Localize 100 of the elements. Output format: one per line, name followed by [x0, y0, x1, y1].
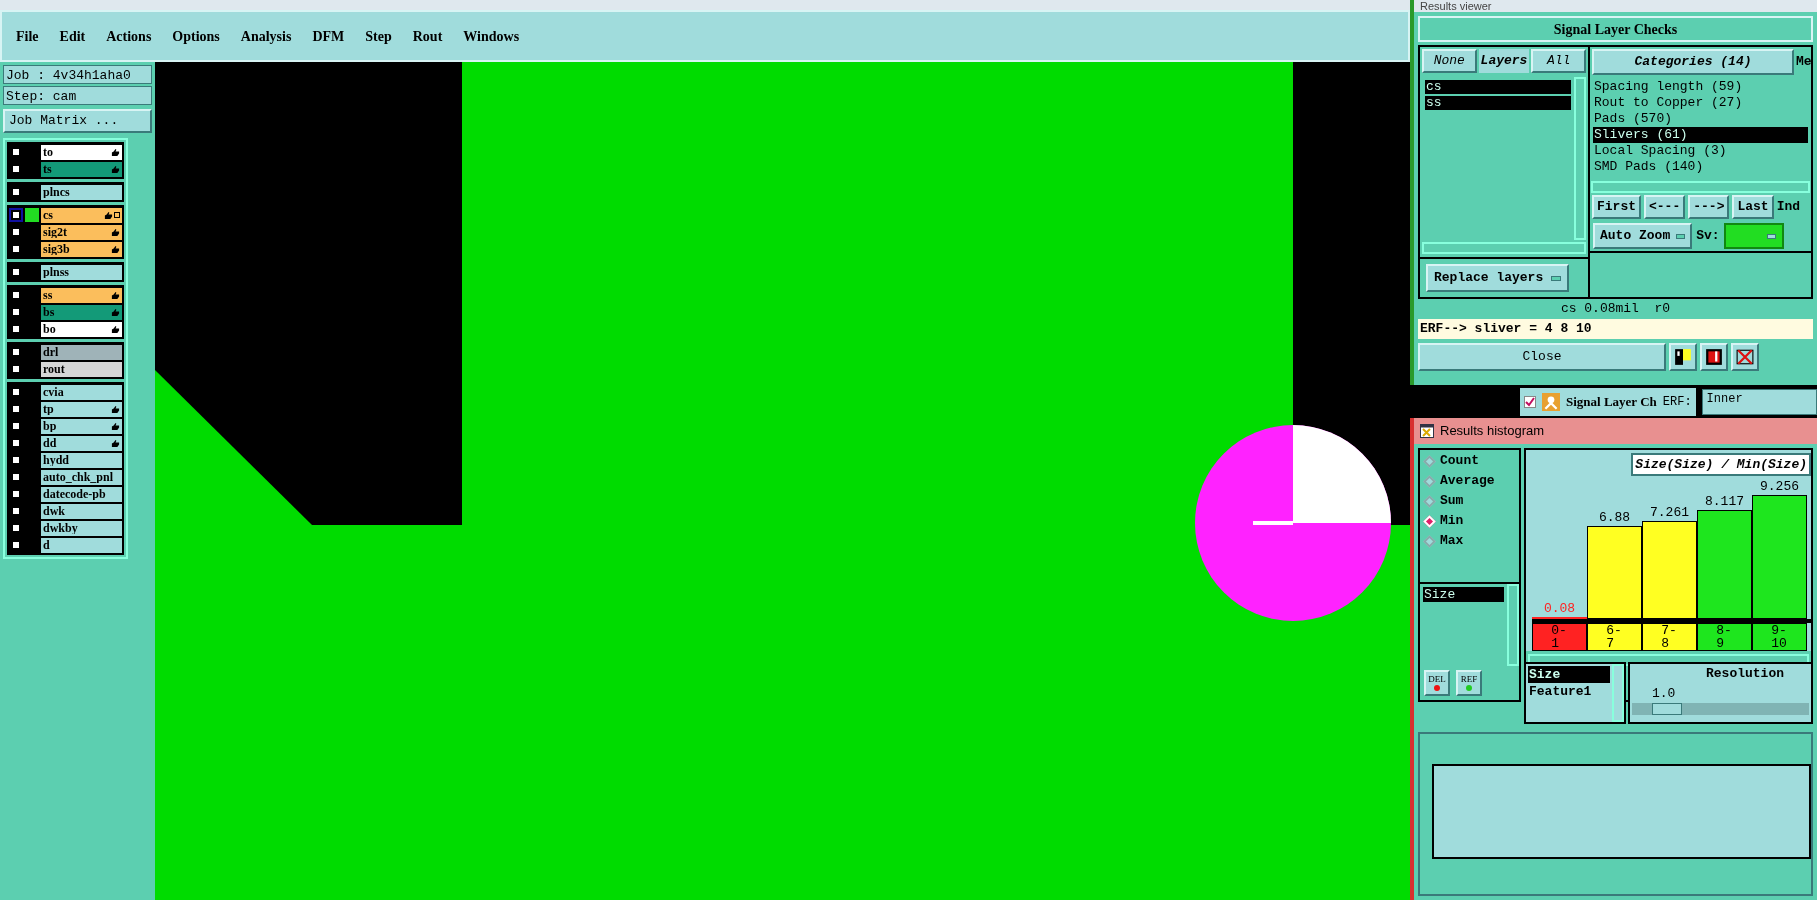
layer-mode-dropdown[interactable]: Replace layers	[1426, 264, 1570, 292]
bin-label: 8-9	[1697, 622, 1752, 651]
layer-checkbox[interactable]	[11, 540, 21, 550]
layer-checkbox[interactable]	[11, 506, 21, 516]
layer-checkbox[interactable]	[11, 387, 21, 397]
layer-checkbox[interactable]	[11, 364, 21, 374]
navigation-button[interactable]: --->	[1688, 195, 1730, 219]
layer-checkbox[interactable]	[11, 244, 21, 254]
category-item[interactable]: Slivers (61)	[1593, 127, 1808, 143]
layer-checkbox[interactable]	[11, 347, 21, 357]
layer-checkbox[interactable]	[11, 290, 21, 300]
menu-item[interactable]: DFM	[312, 25, 345, 47]
category-item[interactable]: Pads (570)	[1593, 111, 1808, 127]
layer-name[interactable]: plncs	[41, 184, 122, 200]
field-item[interactable]: Feature1	[1528, 683, 1610, 700]
layer-checkbox[interactable]	[11, 164, 21, 174]
histogram-button[interactable]: DEL	[1424, 670, 1450, 696]
categories-button[interactable]: Categories (14)	[1592, 49, 1794, 75]
layer-checkbox[interactable]	[11, 210, 21, 220]
mode-radio[interactable]: Max	[1425, 534, 1519, 548]
layer-name[interactable]: ss	[41, 287, 122, 303]
layer-name[interactable]: dwk	[41, 503, 122, 519]
category-item[interactable]: SMD Pads (140)	[1593, 159, 1808, 175]
scrollbar[interactable]	[1591, 181, 1810, 193]
layer-name[interactable]: dwkby	[41, 520, 122, 536]
navigation-button[interactable]: <---	[1644, 195, 1686, 219]
mode-radio[interactable]: Min	[1425, 514, 1519, 528]
layer-checkbox[interactable]	[11, 489, 21, 499]
layer-name[interactable]: sig2t	[41, 224, 122, 240]
layer-name[interactable]: tp	[41, 401, 122, 417]
resolution-slider[interactable]	[1632, 703, 1809, 715]
layer-name[interactable]: cvia	[41, 384, 122, 400]
navigation-button[interactable]: First	[1592, 195, 1641, 219]
layer-checkbox[interactable]	[11, 267, 21, 277]
layer-name[interactable]: bs	[41, 304, 122, 320]
category-item[interactable]: Rout to Copper (27)	[1593, 95, 1808, 111]
grid-icon	[114, 212, 120, 218]
mode-radio[interactable]: Count	[1425, 454, 1519, 468]
attribute-item[interactable]: Size	[1423, 587, 1504, 602]
layer-checkbox[interactable]	[11, 404, 21, 414]
menu-item[interactable]: Analysis	[240, 25, 292, 47]
layer-checkbox[interactable]	[11, 438, 21, 448]
navigation-button[interactable]: Last	[1732, 195, 1774, 219]
menu-item[interactable]: Rout	[412, 25, 443, 47]
layer-name[interactable]: bp	[41, 418, 122, 434]
field-item[interactable]: Size	[1528, 666, 1610, 683]
menu-item[interactable]: Step	[365, 25, 392, 47]
index-label: Ind	[1776, 198, 1801, 217]
category-item[interactable]: Spacing length (59)	[1593, 79, 1808, 95]
layer-name[interactable]: auto_chk_pnl	[41, 469, 122, 485]
layer-name[interactable]: hydd	[41, 452, 122, 468]
layer-list-item[interactable]: ss	[1425, 96, 1571, 110]
histogram-button[interactable]: REF	[1456, 670, 1482, 696]
layer-list-item[interactable]: cs	[1425, 80, 1571, 94]
layers-label[interactable]: Layers	[1478, 49, 1530, 73]
menu-item[interactable]: Options	[172, 25, 220, 47]
layer-name[interactable]: to	[41, 144, 122, 160]
scrollbar[interactable]	[1422, 242, 1586, 254]
layer-name[interactable]: plnss	[41, 264, 122, 280]
layer-checkbox[interactable]	[11, 147, 21, 157]
layer-name[interactable]: ts	[41, 161, 122, 177]
menu-item[interactable]: Actions	[106, 25, 152, 47]
layer-name[interactable]: d	[41, 537, 122, 553]
layer-name[interactable]: drl	[41, 344, 122, 360]
erf-field[interactable]: Inner	[1701, 388, 1817, 415]
toolbar-button[interactable]	[1669, 343, 1697, 371]
layer-name[interactable]: sig3b	[41, 241, 122, 257]
menu-item[interactable]: File	[16, 25, 39, 47]
layer-checkbox[interactable]	[11, 324, 21, 334]
menu-item[interactable]: Edit	[59, 25, 86, 47]
layer-filter-button[interactable]: All	[1531, 49, 1586, 73]
toolbar-button[interactable]	[1731, 343, 1759, 371]
value-label: 9.256	[1760, 478, 1799, 495]
severity-dropdown[interactable]	[1723, 223, 1784, 249]
layer-name[interactable]: rout	[41, 361, 122, 377]
zoom-mode-dropdown[interactable]: Auto Zoom	[1593, 223, 1693, 249]
layer-checkbox[interactable]	[11, 187, 21, 197]
slider-thumb[interactable]	[1652, 703, 1683, 715]
layer-checkbox[interactable]	[11, 307, 21, 317]
layer-checkbox[interactable]	[11, 421, 21, 431]
layer-checkbox[interactable]	[11, 472, 21, 482]
toolbar-button[interactable]	[1700, 343, 1728, 371]
job-matrix-button[interactable]: Job Matrix ...	[3, 109, 152, 133]
layer-name[interactable]: dd	[41, 435, 122, 451]
layer-name[interactable]: cs	[41, 207, 122, 223]
menu-item[interactable]: Windows	[463, 25, 520, 47]
category-item[interactable]: Local Spacing (3)	[1593, 143, 1808, 159]
mode-radio[interactable]: Sum	[1425, 494, 1519, 508]
layer-checkbox[interactable]	[11, 523, 21, 533]
scrollbar[interactable]	[1574, 77, 1586, 240]
layer-name[interactable]: datecode-pb	[41, 486, 122, 502]
mode-radio[interactable]: Average	[1425, 474, 1519, 488]
scrollbar[interactable]	[1612, 664, 1624, 722]
layer-name[interactable]: bo	[41, 321, 122, 337]
layer-checkbox[interactable]	[11, 455, 21, 465]
layer-checkbox[interactable]	[11, 227, 21, 237]
close-button[interactable]: Close	[1418, 343, 1666, 371]
layer-filter-button[interactable]: None	[1422, 49, 1477, 73]
task-button[interactable]: Signal Layer Ch ERF:	[1520, 387, 1696, 416]
scrollbar[interactable]	[1507, 584, 1519, 666]
